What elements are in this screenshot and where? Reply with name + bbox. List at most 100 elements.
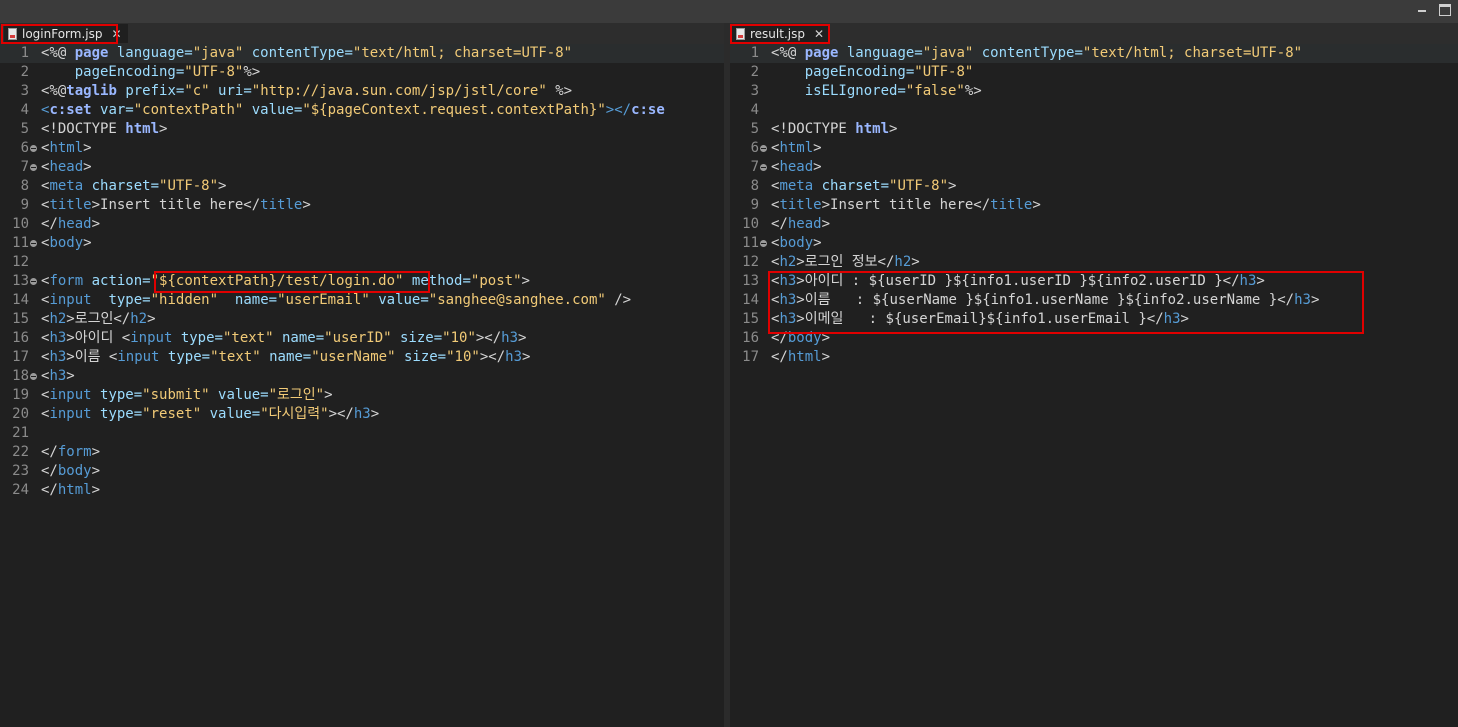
- code-line[interactable]: 15 <h3>이메일 : ${userEmail}${info1.userEmai…: [730, 310, 1458, 329]
- code-line[interactable]: 12: [0, 253, 724, 272]
- code-line[interactable]: 3 isELIgnored="false"%>: [730, 82, 1458, 101]
- code-line[interactable]: 16 <h3>아이디 <input type="text" name="userI…: [0, 329, 724, 348]
- code-token: page: [804, 45, 847, 61]
- code-token: body: [779, 235, 814, 251]
- code-line[interactable]: 2 pageEncoding="UTF-8"%>: [0, 63, 724, 82]
- fold-collapse-icon[interactable]: [760, 164, 767, 171]
- code-token: title: [260, 197, 303, 213]
- code-line[interactable]: 23 </body>: [0, 462, 724, 481]
- code-text: <%@ page language="java" contentType="te…: [771, 44, 1302, 63]
- tab-loginform-jsp[interactable]: loginForm.jsp ✕: [4, 24, 128, 43]
- code-line[interactable]: 7 <head>: [0, 158, 724, 177]
- code-token: html: [49, 140, 84, 156]
- code-token: />: [614, 292, 632, 308]
- code-text: </html>: [771, 348, 830, 367]
- tab-result-jsp[interactable]: result.jsp ✕: [732, 24, 831, 43]
- code-line[interactable]: 8 <meta charset="UTF-8">: [730, 177, 1458, 196]
- fold-collapse-icon[interactable]: [760, 145, 767, 152]
- code-token: </: [771, 216, 788, 232]
- code-text: <body>: [41, 234, 92, 253]
- code-line[interactable]: 8 <meta charset="UTF-8">: [0, 177, 724, 196]
- fold-collapse-icon[interactable]: [30, 164, 37, 171]
- code-line[interactable]: 14 <input type="hidden" name="userEmail" …: [0, 291, 724, 310]
- code-text: <meta charset="UTF-8">: [41, 177, 226, 196]
- code-line[interactable]: 4 <c:set var="contextPath" value="${pageC…: [0, 101, 724, 120]
- code-line[interactable]: 11 <body>: [0, 234, 724, 253]
- editor-pane-right[interactable]: result.jsp ✕ 1 <%@ page language="java" c…: [730, 23, 1458, 727]
- code-line[interactable]: 4: [730, 101, 1458, 120]
- code-token: </: [41, 482, 58, 498]
- code-token: charset=: [821, 178, 890, 194]
- close-icon[interactable]: ✕: [111, 27, 121, 41]
- code-line[interactable]: 5 <!DOCTYPE html>: [0, 120, 724, 139]
- fold-collapse-icon[interactable]: [30, 240, 37, 247]
- line-number: 8: [20, 178, 29, 194]
- fold-collapse-icon[interactable]: [760, 240, 767, 247]
- code-line[interactable]: 9 <title>Insert title here</title>: [0, 196, 724, 215]
- code-line[interactable]: 3 <%@taglib prefix="c" uri="http://java.s…: [0, 82, 724, 101]
- code-line[interactable]: 11 <body>: [730, 234, 1458, 253]
- code-line[interactable]: 17 </html>: [730, 348, 1458, 367]
- code-token: </: [41, 444, 58, 460]
- code-line[interactable]: 18 <h3>: [0, 367, 724, 386]
- fold-collapse-icon[interactable]: [30, 373, 37, 380]
- code-token: "http://java.sun.com/jsp/jstl/core": [251, 83, 556, 99]
- code-line[interactable]: 15 <h2>로그인</h2>: [0, 310, 724, 329]
- code-token: html: [779, 140, 814, 156]
- code-token: h2: [130, 311, 148, 327]
- code-line[interactable]: 6 <html>: [0, 139, 724, 158]
- code-token: >: [911, 254, 920, 270]
- code-line[interactable]: 12 <h2>로그인 정보</h2>: [730, 253, 1458, 272]
- code-line[interactable]: 20 <input type="reset" value="다시입력"></h3>: [0, 405, 724, 424]
- code-line[interactable]: 9 <title>Insert title here</title>: [730, 196, 1458, 215]
- code-token: "text": [210, 349, 270, 365]
- line-number: 15: [742, 311, 759, 327]
- fold-collapse-icon[interactable]: [30, 145, 37, 152]
- code-line[interactable]: 13 <form action="${contextPath}/test/logi…: [0, 272, 724, 291]
- code-token: >Insert title here</: [821, 197, 991, 213]
- code-line[interactable]: 17 <h3>이름 <input type="text" name="userNa…: [0, 348, 724, 367]
- line-number: 13: [742, 273, 759, 289]
- code-token: size=: [400, 330, 443, 346]
- code-token: >: [821, 330, 831, 346]
- code-line[interactable]: 1 <%@ page language="java" contentType="t…: [0, 44, 724, 63]
- minimize-icon[interactable]: [1416, 4, 1428, 16]
- code-line[interactable]: 14 <h3>이름 : ${userName }${info1.userName …: [730, 291, 1458, 310]
- code-text: <input type="submit" value="로그인">: [41, 386, 333, 405]
- code-token: type=: [100, 406, 143, 422]
- line-number: 8: [750, 178, 759, 194]
- code-line[interactable]: 10 </head>: [0, 215, 724, 234]
- tab-label: loginForm.jsp: [22, 26, 103, 41]
- fold-collapse-icon[interactable]: [30, 278, 37, 285]
- code-token: ></: [475, 330, 502, 346]
- code-line[interactable]: 7 <head>: [730, 158, 1458, 177]
- code-line[interactable]: 24 </html>: [0, 481, 724, 500]
- code-line[interactable]: 5 <!DOCTYPE html>: [730, 120, 1458, 139]
- code-text: <c:set var="contextPath" value="${pageCo…: [41, 101, 665, 120]
- line-number: 10: [742, 216, 759, 232]
- maximize-icon[interactable]: [1439, 4, 1451, 16]
- editor-pane-left[interactable]: loginForm.jsp ✕ 1 <%@ page language="java…: [0, 23, 724, 727]
- code-token: "text/html; charset=UTF-8": [352, 45, 573, 61]
- code-line[interactable]: 22 </form>: [0, 443, 724, 462]
- code-token: pageEncoding=: [41, 64, 185, 80]
- code-token: >: [66, 368, 75, 384]
- code-line[interactable]: 19 <input type="submit" value="로그인">: [0, 386, 724, 405]
- code-line[interactable]: 10 </head>: [730, 215, 1458, 234]
- close-icon[interactable]: ✕: [814, 27, 824, 41]
- code-line[interactable]: 2 pageEncoding="UTF-8": [730, 63, 1458, 82]
- code-line[interactable]: 16 </body>: [730, 329, 1458, 348]
- code-token: "userID": [324, 330, 400, 346]
- code-token: >: [91, 463, 101, 479]
- line-number: 1: [20, 45, 29, 61]
- code-line[interactable]: 21: [0, 424, 724, 443]
- code-token: meta: [779, 178, 822, 194]
- code-line[interactable]: 13 <h3>아이디 : ${userID }${info1.userID }${…: [730, 272, 1458, 291]
- code-token: >: [1310, 292, 1320, 308]
- code-text: <h3>: [41, 367, 75, 386]
- code-text: <!DOCTYPE html>: [41, 120, 167, 139]
- code-line[interactable]: 1 <%@ page language="java" contentType="t…: [730, 44, 1458, 63]
- code-token: >: [91, 482, 101, 498]
- code-token: language=: [846, 45, 923, 61]
- code-line[interactable]: 6 <html>: [730, 139, 1458, 158]
